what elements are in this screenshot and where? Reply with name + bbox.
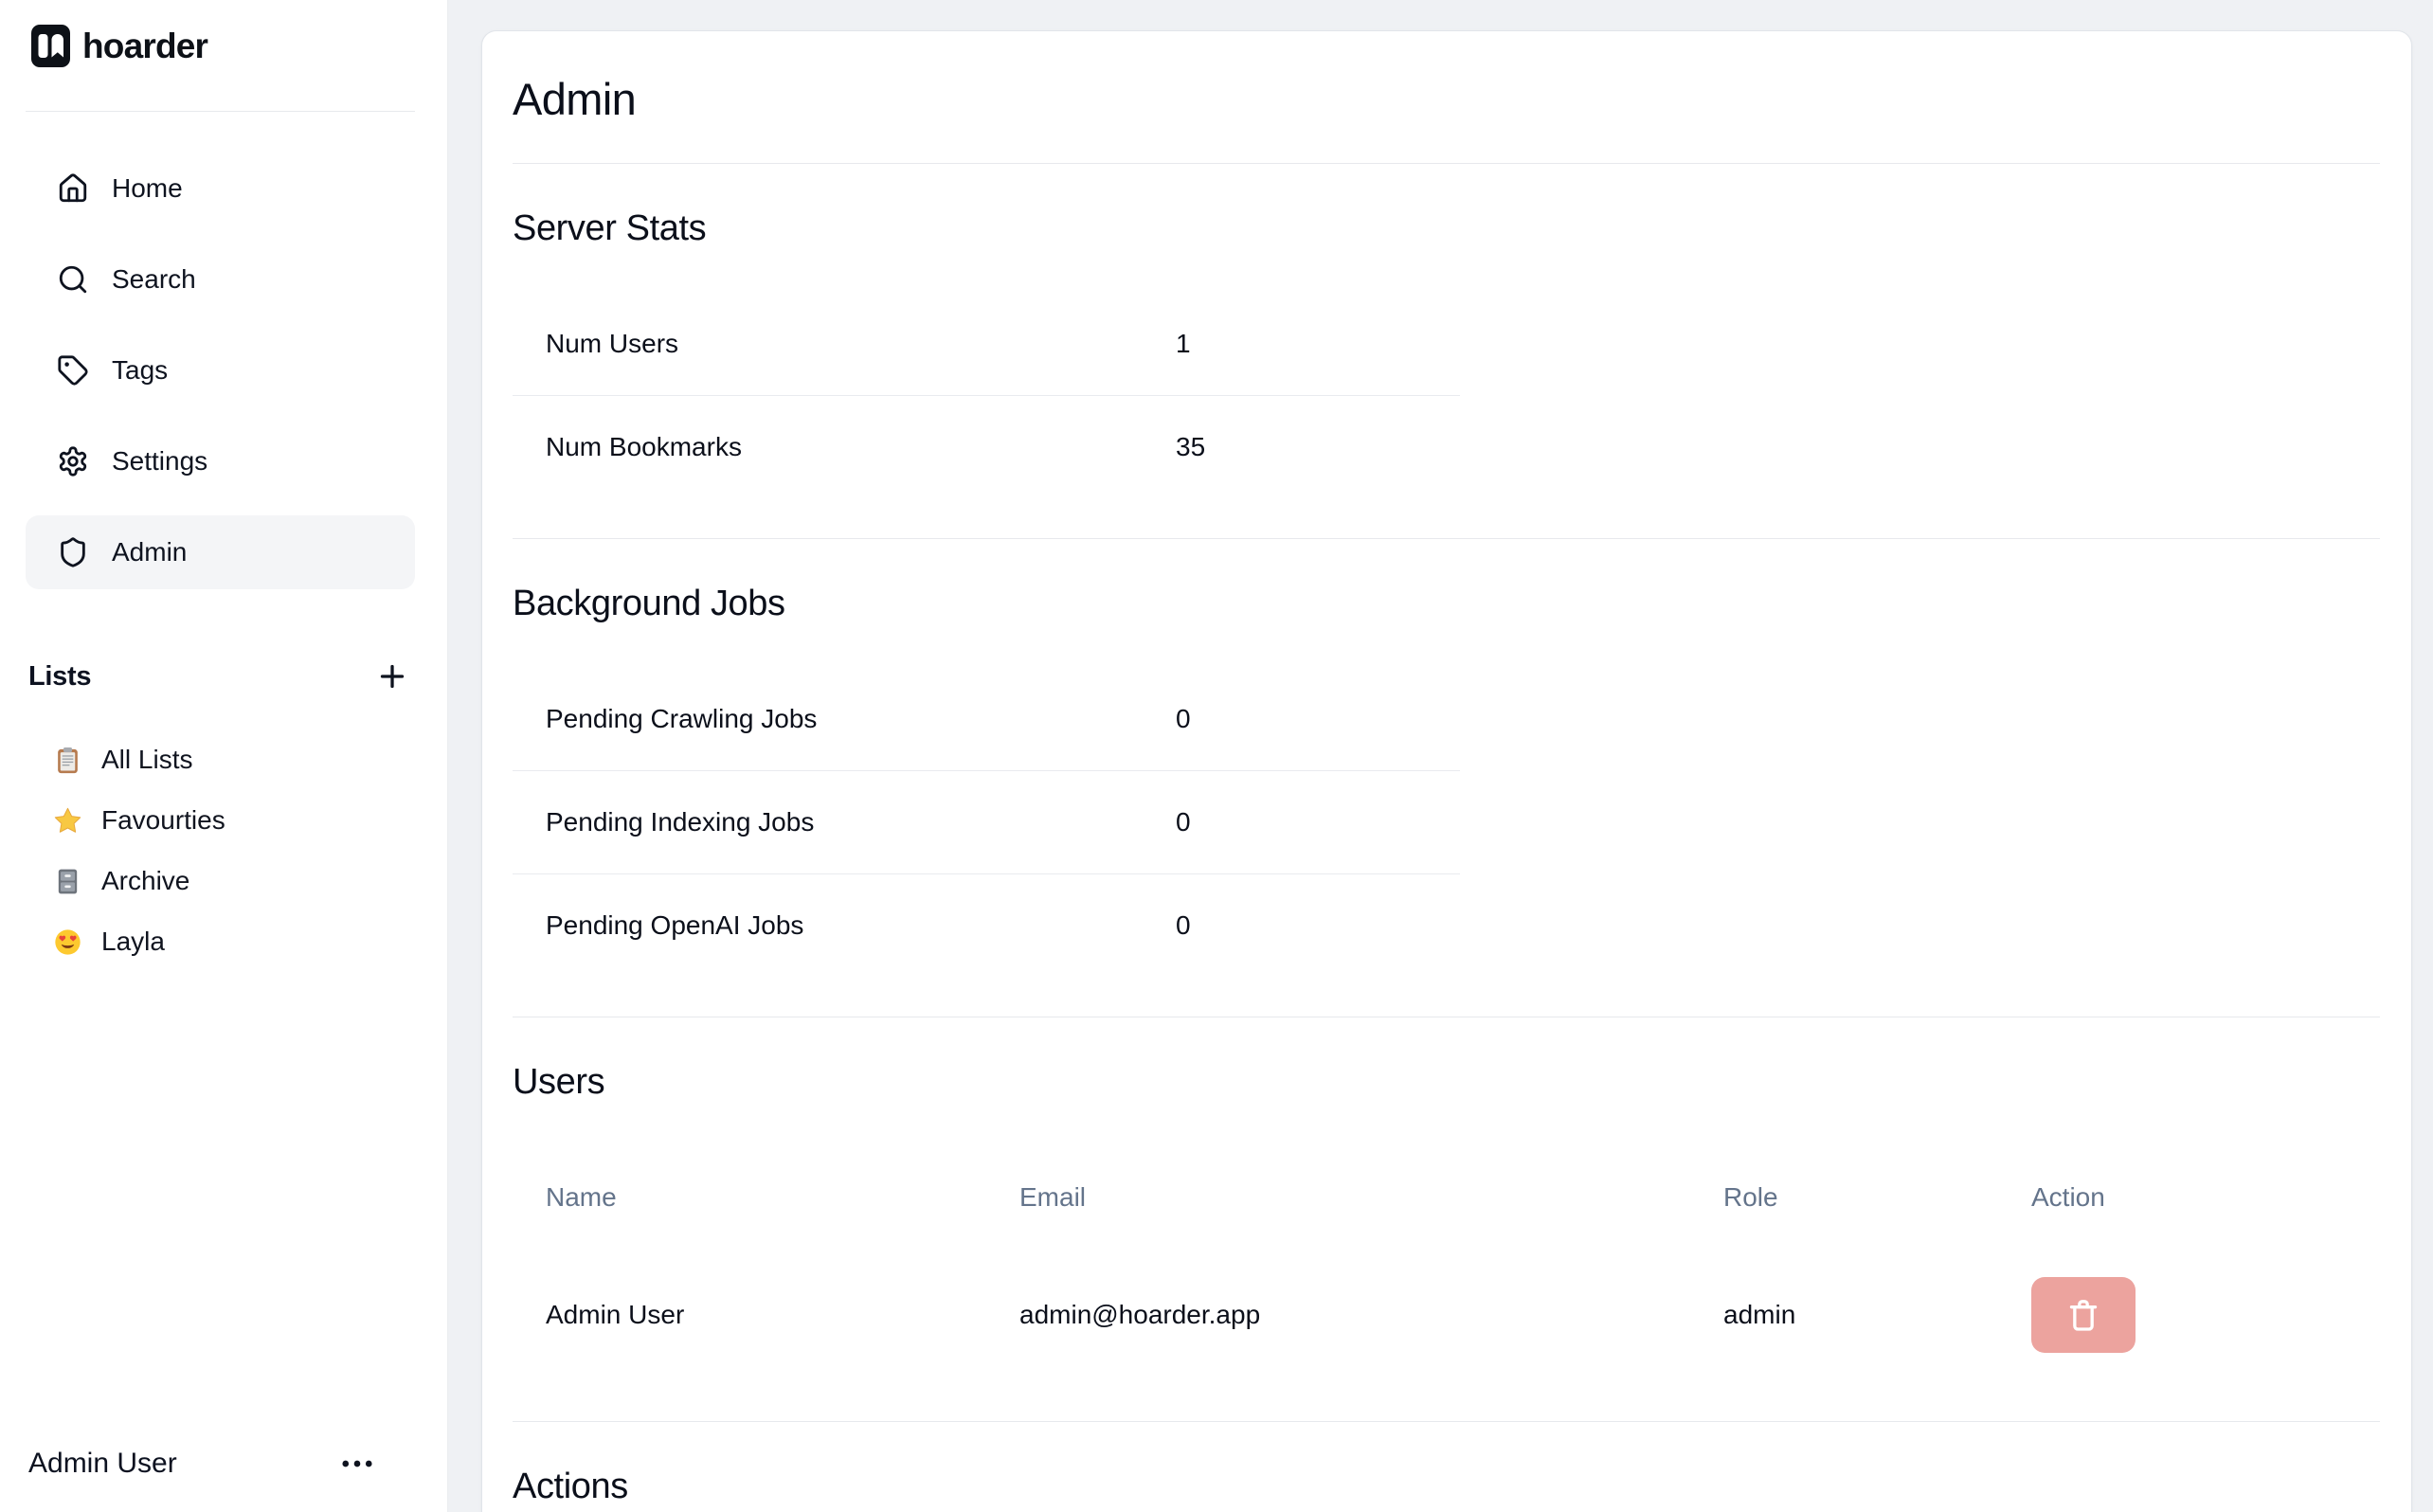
star-emoji-icon <box>53 806 82 836</box>
table-row: Num Bookmarks 35 <box>513 396 1460 498</box>
add-list-button[interactable] <box>373 657 411 695</box>
user-name: Admin User <box>546 1300 1019 1330</box>
user-action-cell <box>2031 1277 2380 1353</box>
list-item-layla[interactable]: Layla <box>26 911 415 972</box>
sidebar-item-admin[interactable]: Admin <box>26 515 415 589</box>
job-label: Pending Crawling Jobs <box>546 704 1176 734</box>
table-row: Pending Indexing Jobs 0 <box>513 771 1460 874</box>
divider <box>513 538 2380 539</box>
main-content: Admin Server Stats Num Users 1 Num Bookm… <box>448 0 2433 1512</box>
hoarder-logo-icon <box>31 25 70 67</box>
stat-label: Num Users <box>546 329 1176 359</box>
sidebar-item-label: Tags <box>112 355 168 386</box>
table-row: Pending OpenAI Jobs 0 <box>513 874 1460 977</box>
ellipsis-icon <box>337 1453 377 1474</box>
admin-card: Admin Server Stats Num Users 1 Num Bookm… <box>481 30 2412 1512</box>
list-item-all-lists[interactable]: All Lists <box>26 729 415 790</box>
stat-value: 35 <box>1176 432 1460 462</box>
users-section: Users Name Email Role Action Admin User … <box>513 1061 2380 1422</box>
column-header-action: Action <box>2031 1182 2380 1213</box>
sidebar-footer: Admin User <box>26 1448 415 1512</box>
lists-header: Lists <box>26 657 415 695</box>
table-row: Pending Crawling Jobs 0 <box>513 668 1460 771</box>
table-row: Admin User admin@hoarder.app admin <box>513 1249 2380 1381</box>
list-item-label: Layla <box>101 927 165 957</box>
gear-icon <box>57 445 89 477</box>
list-item-archive[interactable]: Archive <box>26 851 415 911</box>
clipboard-emoji-icon <box>53 746 82 775</box>
sidebar-item-label: Settings <box>112 446 207 477</box>
list-item-label: All Lists <box>101 745 192 775</box>
divider <box>513 163 2380 164</box>
file-cabinet-emoji-icon <box>53 867 82 896</box>
background-jobs-table: Pending Crawling Jobs 0 Pending Indexing… <box>513 668 1460 977</box>
sidebar-item-search[interactable]: Search <box>26 243 415 316</box>
tag-icon <box>57 354 89 387</box>
section-title-background-jobs: Background Jobs <box>513 583 2380 624</box>
sidebar: hoarder Home Search Tags Settings Admin … <box>0 0 448 1512</box>
app-logo[interactable]: hoarder <box>26 0 415 112</box>
column-header-name: Name <box>546 1182 1019 1213</box>
job-label: Pending Indexing Jobs <box>546 807 1176 837</box>
column-header-email: Email <box>1019 1182 1723 1213</box>
section-title-server-stats: Server Stats <box>513 207 2380 249</box>
sidebar-item-tags[interactable]: Tags <box>26 333 415 407</box>
stat-label: Num Bookmarks <box>546 432 1176 462</box>
lists-title: Lists <box>28 661 91 693</box>
search-icon <box>57 263 89 296</box>
list-item-favourties[interactable]: Favourties <box>26 790 415 851</box>
home-icon <box>57 172 89 205</box>
list-item-label: Favourties <box>101 805 225 836</box>
table-row: Num Users 1 <box>513 293 1460 396</box>
app-title: hoarder <box>82 27 207 66</box>
section-title-users: Users <box>513 1061 2380 1103</box>
sidebar-item-label: Admin <box>112 537 187 567</box>
sidebar-item-settings[interactable]: Settings <box>26 424 415 498</box>
job-value: 0 <box>1176 910 1460 941</box>
server-stats-table: Num Users 1 Num Bookmarks 35 <box>513 293 1460 498</box>
delete-user-button[interactable] <box>2031 1277 2136 1353</box>
job-value: 0 <box>1176 807 1460 837</box>
sidebar-item-label: Search <box>112 264 196 295</box>
current-user-name: Admin User <box>28 1448 177 1480</box>
trash-icon <box>2064 1296 2102 1334</box>
job-label: Pending OpenAI Jobs <box>546 910 1176 941</box>
background-jobs-section: Background Jobs Pending Crawling Jobs 0 … <box>513 583 2380 1017</box>
users-table: Name Email Role Action Admin User admin@… <box>513 1146 2380 1381</box>
section-title-actions: Actions <box>513 1466 2380 1507</box>
divider <box>513 1421 2380 1422</box>
job-value: 0 <box>1176 704 1460 734</box>
actions-section: Actions <box>513 1466 2380 1507</box>
user-menu-button[interactable] <box>333 1449 381 1478</box>
list-item-label: Archive <box>101 866 189 896</box>
user-role: admin <box>1723 1300 2031 1330</box>
server-stats-section: Server Stats Num Users 1 Num Bookmarks 3… <box>513 207 2380 539</box>
sidebar-nav: Home Search Tags Settings Admin <box>26 152 415 589</box>
heart-eyes-emoji-icon <box>53 927 82 957</box>
sidebar-item-home[interactable]: Home <box>26 152 415 225</box>
page-title: Admin <box>513 73 2380 125</box>
plus-icon <box>375 659 409 693</box>
sidebar-item-label: Home <box>112 173 183 204</box>
lists: All Lists Favourties Archive <box>26 729 415 972</box>
user-email: admin@hoarder.app <box>1019 1300 1723 1330</box>
stat-value: 1 <box>1176 329 1460 359</box>
users-table-header: Name Email Role Action <box>513 1146 2380 1249</box>
shield-icon <box>57 536 89 568</box>
column-header-role: Role <box>1723 1182 2031 1213</box>
